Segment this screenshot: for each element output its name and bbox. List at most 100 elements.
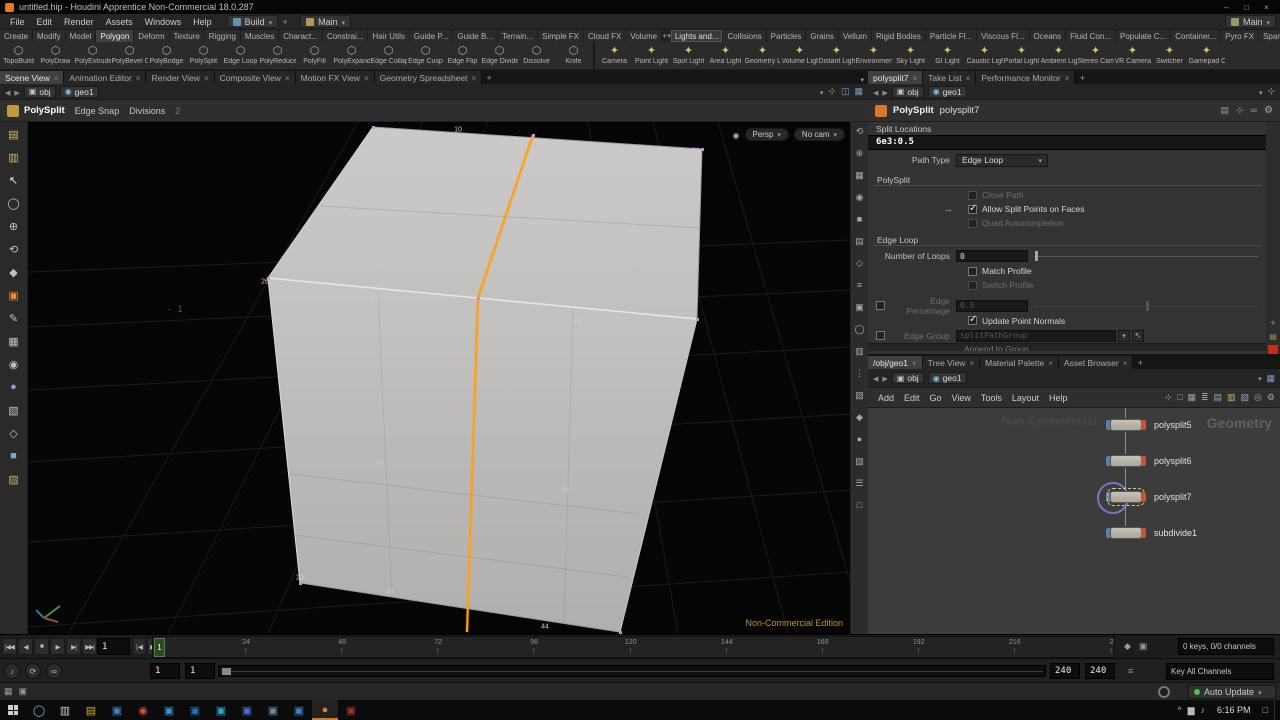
add-pane-tab-icon[interactable] — [1133, 357, 1147, 369]
forward-icon[interactable] — [882, 373, 887, 383]
network-toolbar-icon[interactable]: ▧ — [1241, 392, 1250, 403]
network-toolbar-icon[interactable]: ⊹ — [1164, 392, 1172, 403]
realtime-icon[interactable]: ⟳ — [25, 663, 41, 679]
minimize-icon[interactable] — [1218, 2, 1235, 13]
menu-item[interactable]: Help — [187, 16, 218, 28]
network-icon[interactable]: ▆ — [1188, 705, 1195, 716]
shelf-tab[interactable]: Texture — [169, 30, 205, 42]
node-name-field[interactable]: polysplit7 — [940, 105, 980, 116]
shelf-tab[interactable]: Sparse Pyr... — [1259, 30, 1280, 42]
menu-item[interactable]: Edit — [899, 393, 925, 403]
pane-tab[interactable]: Motion FX View — [295, 71, 375, 84]
viewport-option-icon[interactable]: ◆ — [856, 413, 863, 422]
shelf-tool-button[interactable]: ✦ GI Light — [929, 42, 966, 69]
menu-item[interactable]: Tools — [976, 393, 1007, 403]
shelf-tab[interactable]: Simple FX — [538, 30, 585, 42]
pane-tab[interactable]: /obj/geo1 — [868, 356, 923, 369]
viewport-option-icon[interactable]: ≡ — [857, 281, 862, 290]
shelf-tab[interactable]: Vellum — [838, 30, 872, 42]
taskbar-app-icon[interactable]: ▤ — [78, 700, 104, 720]
section-polysplit[interactable]: PolySplit — [873, 173, 1261, 186]
shelf-tool-button[interactable]: ⬡ PolyExpand2D — [333, 42, 370, 69]
node-body[interactable] — [1110, 455, 1142, 467]
pin-icon[interactable] — [828, 86, 836, 97]
notification-icon[interactable]: □ — [1263, 705, 1268, 715]
left-toolbar-icon[interactable]: ↖ — [4, 172, 24, 188]
taskbar-app-icon[interactable]: ● — [312, 700, 338, 720]
taskbar-app-icon[interactable]: ▣ — [182, 700, 208, 720]
shelf-tool-button[interactable]: ✦ Environment Light — [855, 42, 892, 69]
edge-snap-button[interactable]: Edge Snap — [75, 106, 120, 116]
slider-handle[interactable] — [1146, 300, 1149, 311]
viewport-option-icon[interactable]: ◉ — [856, 193, 864, 202]
key-all-channels-button[interactable]: Key All Channels — [1166, 663, 1274, 680]
network-toolbar-icon[interactable]: ◎ — [1254, 392, 1262, 403]
shelf-tool-button[interactable]: ✦ Stereo Camera — [1077, 42, 1114, 69]
pane-tab[interactable]: Animation Editor — [64, 71, 147, 84]
taskbar-app-icon[interactable]: ▣ — [234, 700, 260, 720]
shelf-tab[interactable]: Container... — [1171, 30, 1222, 42]
shelf-tool-button[interactable]: ⬡ PolyDraw — [37, 42, 74, 69]
viewport-option-icon[interactable]: ▧ — [855, 391, 864, 400]
path-root-chip[interactable]: ▣ obj — [891, 372, 924, 384]
pane-tab[interactable]: Take List — [923, 71, 977, 84]
path-root-chip[interactable]: ▣ obj — [891, 85, 924, 98]
transport-button[interactable]: ▶| — [66, 638, 81, 655]
slider-handle[interactable] — [1035, 251, 1038, 261]
edge-group-field[interactable]: splitPathGroup — [956, 329, 1116, 342]
menu-item[interactable]: Layout — [1007, 393, 1044, 403]
shelf-tool-button[interactable]: ✦ Gamepad Camera — [1188, 42, 1225, 69]
close-icon[interactable] — [1258, 2, 1275, 13]
path-menu-icon[interactable] — [1259, 87, 1263, 97]
shelf-tool-button[interactable]: ✦ Camera — [596, 42, 633, 69]
shelf-tool-button[interactable]: ✦ Sky Light — [892, 42, 929, 69]
network-toolbar-icon[interactable]: ▤ — [1214, 392, 1223, 403]
shelf-tab[interactable]: Modify — [33, 30, 66, 42]
performance-icon[interactable]: ▦ — [4, 686, 13, 697]
close-tab-icon[interactable] — [364, 73, 369, 83]
shelf-tool-button[interactable]: ✦ Geometry Light — [744, 42, 781, 69]
layout-icon[interactable] — [854, 86, 863, 97]
left-toolbar-icon[interactable]: ▤ — [4, 126, 24, 142]
params-icon[interactable]: ▤ — [1221, 105, 1230, 116]
close-tab-icon[interactable] — [136, 73, 141, 83]
left-toolbar-icon[interactable]: ▦ — [4, 333, 24, 349]
forward-icon[interactable] — [882, 87, 887, 97]
network-toolbar-icon[interactable]: ⚙ — [1267, 392, 1275, 403]
shelf-tab[interactable]: Guide B... — [453, 30, 498, 42]
shelf-tool-button[interactable]: ✦ Switcher — [1151, 42, 1188, 69]
node-body[interactable] — [1107, 488, 1145, 506]
edge-percentage-enable-checkbox[interactable] — [876, 301, 885, 310]
cube-geometry[interactable] — [267, 126, 703, 633]
update-normals-checkbox[interactable] — [968, 314, 977, 325]
viewport-option-icon[interactable]: ■ — [857, 215, 862, 224]
range-handle[interactable] — [222, 668, 231, 675]
shelf-tool-button[interactable]: ⬡ PolyExtrude — [74, 42, 111, 69]
shelf-tool-button[interactable]: ⬡ Edge Collapse — [370, 42, 407, 69]
close-path-checkbox[interactable] — [968, 190, 977, 200]
search-button[interactable]: ◯ — [26, 700, 52, 720]
path-node-chip[interactable]: ◉ geo1 — [59, 85, 99, 98]
pane-tab[interactable]: Asset Browser — [1058, 356, 1134, 369]
path-node-chip[interactable]: ◉ geo1 — [927, 85, 967, 98]
path-root-chip[interactable]: ▣ obj — [23, 85, 56, 98]
viewport-option-icon[interactable]: ▦ — [855, 171, 864, 180]
number-of-loops-slider[interactable] — [1034, 250, 1258, 262]
add-desktop-icon[interactable] — [279, 17, 291, 27]
shelf-tool-button[interactable]: ⬡ PolyReduce — [259, 42, 296, 69]
menu-item[interactable]: Help — [1044, 393, 1073, 403]
shelf-tab[interactable]: Rigid Bodies — [871, 30, 926, 42]
shelf-tab[interactable]: Constrai... — [322, 30, 369, 42]
shelf-tool-button[interactable]: ✦ Portal Light — [1003, 42, 1040, 69]
shelf-tool-button[interactable]: ⬡ Edge Flip — [444, 42, 481, 69]
shelf-tab[interactable]: Polygon — [96, 30, 135, 42]
snapshot-icon[interactable]: ▣ — [1139, 641, 1148, 652]
tray-expand-icon[interactable]: ^ — [1177, 705, 1181, 715]
divisions-value[interactable]: 2 — [175, 106, 180, 116]
network-toolbar-icon[interactable]: ≣ — [1201, 392, 1209, 403]
shelf-tool-button[interactable]: ✦ Spot Light — [670, 42, 707, 69]
path-node-chip[interactable]: ◉ geo1 — [927, 372, 967, 384]
shelf-tool-button[interactable]: ⬡ Edge Cusp — [407, 42, 444, 69]
playhead[interactable]: 1 — [154, 638, 165, 657]
left-toolbar-icon[interactable]: ▧ — [4, 402, 24, 418]
